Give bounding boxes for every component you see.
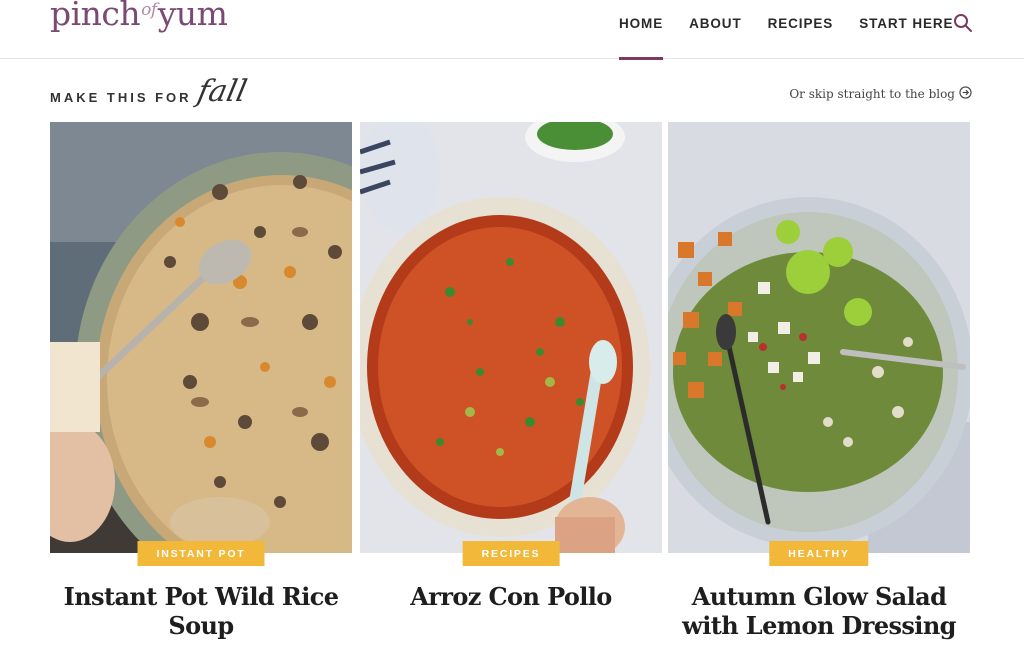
site-logo[interactable]: pinchofyum xyxy=(50,0,228,33)
arrow-circle-right-icon xyxy=(959,86,972,102)
category-badge-recipes[interactable]: RECIPES xyxy=(462,541,560,566)
wild-rice-soup-photo[interactable] xyxy=(50,122,352,553)
section-heading: MAKE THIS FOR fall xyxy=(50,74,249,115)
recipe-title-wild-rice-soup[interactable]: Instant Pot Wild Rice Soup xyxy=(50,582,352,640)
arroz-con-pollo-photo[interactable] xyxy=(360,122,662,553)
skip-to-blog-link[interactable]: Or skip straight to the blog xyxy=(789,86,972,102)
logo-part-pinch: pinch xyxy=(50,0,141,33)
skip-to-blog-label: Or skip straight to the blog xyxy=(789,87,955,101)
recipe-card-arroz-con-pollo[interactable]: RECIPES Arroz Con Pollo xyxy=(360,122,662,647)
search-icon[interactable] xyxy=(953,13,973,33)
main-nav: HOME ABOUT RECIPES START HERE xyxy=(606,0,966,60)
category-badge-healthy[interactable]: HEALTHY xyxy=(769,541,869,566)
recipe-card-autumn-glow-salad[interactable]: HEALTHY Autumn Glow Salad with Lemon Dre… xyxy=(668,122,970,647)
recipe-title-arroz-con-pollo[interactable]: Arroz Con Pollo xyxy=(360,582,662,611)
nav-about[interactable]: ABOUT xyxy=(676,0,755,59)
section-heading-script: fall xyxy=(193,74,250,109)
recipe-card-wild-rice-soup[interactable]: INSTANT POT Instant Pot Wild Rice Soup xyxy=(50,122,352,647)
nav-start-here[interactable]: START HERE xyxy=(846,0,966,59)
category-badge-instant-pot[interactable]: INSTANT POT xyxy=(137,541,265,566)
recipe-title-autumn-glow-salad[interactable]: Autumn Glow Salad with Lemon Dressing xyxy=(668,582,970,640)
site-header: pinchofyum HOME ABOUT RECIPES START HERE xyxy=(0,0,1024,60)
autumn-salad-photo[interactable] xyxy=(668,122,970,553)
logo-part-yum: yum xyxy=(157,0,228,33)
section-heading-caps: MAKE THIS FOR xyxy=(50,90,192,105)
logo-part-of: of xyxy=(141,0,157,20)
nav-home[interactable]: HOME xyxy=(606,0,676,60)
nav-recipes[interactable]: RECIPES xyxy=(755,0,847,59)
